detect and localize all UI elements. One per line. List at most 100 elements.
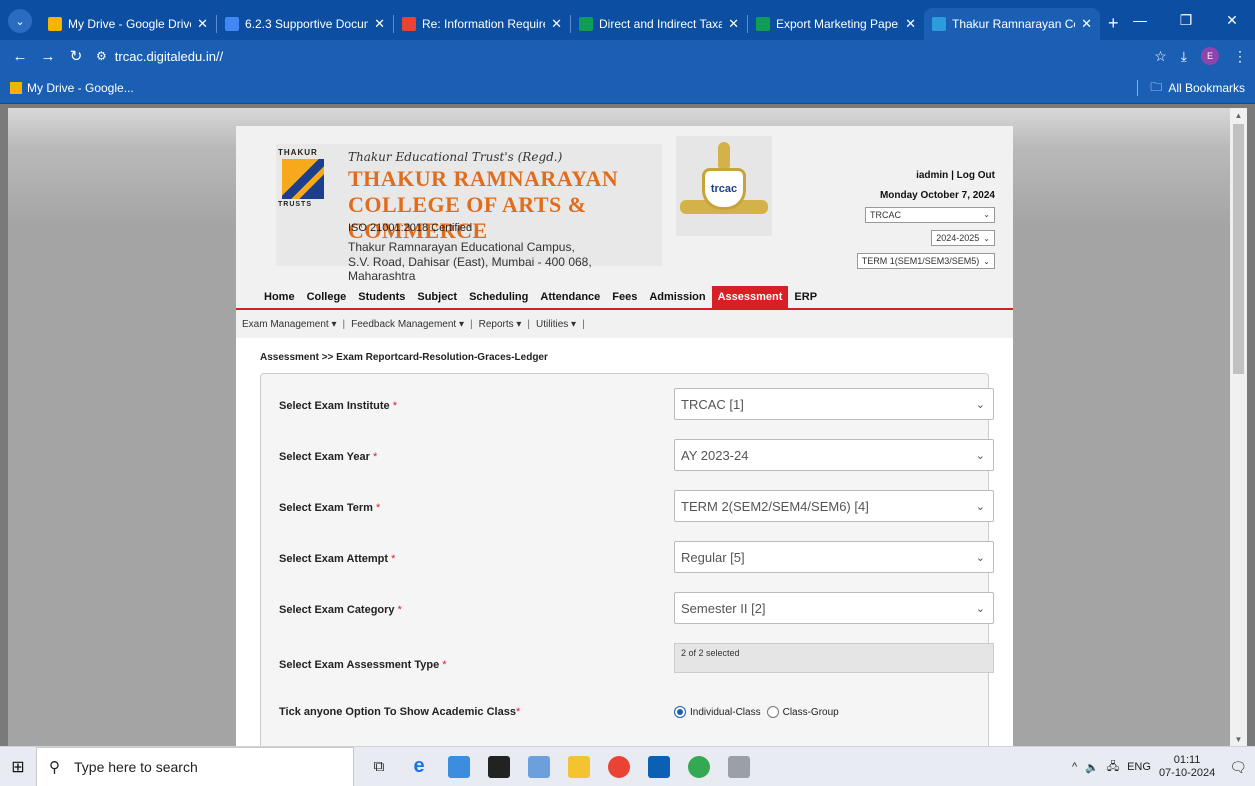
crest-torch — [718, 142, 730, 168]
nav-home[interactable]: Home — [258, 291, 301, 308]
institute-select[interactable]: TRCAC ⌄ — [865, 207, 995, 223]
chrome-icon[interactable] — [608, 755, 630, 778]
mail-icon[interactable] — [648, 755, 670, 778]
subnav-utilities[interactable]: Utilities ▾ — [536, 319, 576, 330]
reload-icon[interactable]: ↻ — [62, 47, 90, 65]
bookmark-my-drive[interactable]: My Drive - Google... — [10, 81, 134, 95]
windows-start-icon[interactable]: ⊞ — [0, 757, 36, 777]
logout-link[interactable]: Log Out — [957, 170, 995, 181]
tab-gmail[interactable]: Re: Information Require ✕ — [394, 8, 570, 40]
exam-category-select[interactable]: Semester II [2] ⌄ — [674, 592, 994, 624]
close-icon[interactable]: ✕ — [905, 16, 916, 32]
tab-supportive-document[interactable]: 6.2.3 Supportive Docum ✕ — [217, 8, 393, 40]
select-value: TERM 2(SEM2/SEM4/SEM6) [4] — [681, 499, 869, 514]
nav-assessment[interactable]: Assessment — [711, 286, 789, 308]
chevron-down-icon: ⌄ — [975, 399, 985, 411]
radio-individual-class[interactable] — [674, 706, 686, 718]
folder-icon: 🗀 — [1150, 79, 1163, 94]
taskbar-search-box[interactable]: ⚲ Type here to search — [36, 746, 354, 786]
tab-search-icon[interactable]: ⌄ — [8, 9, 32, 33]
chrome-profile-icon[interactable] — [688, 755, 710, 778]
close-icon[interactable]: ✕ — [374, 16, 385, 32]
radio-class-group[interactable] — [766, 706, 779, 718]
category-label: Select Exam Category * — [279, 604, 402, 616]
academic-year-select[interactable]: 2024-2025 ⌄ — [931, 230, 995, 246]
restore-icon[interactable]: ❐ — [1163, 0, 1209, 40]
exam-term-select[interactable]: TERM 2(SEM2/SEM4/SEM6) [4] ⌄ — [674, 490, 994, 522]
required-marker: * — [391, 553, 396, 565]
app-icon[interactable] — [528, 755, 550, 778]
form-row-institute: Select Exam Institute * TRCAC [1] ⌄ — [267, 388, 994, 439]
subnav-reports[interactable]: Reports ▾ — [479, 319, 522, 330]
close-icon[interactable]: ✕ — [728, 16, 739, 32]
radio-individual-label: Individual-Class — [690, 706, 761, 718]
network-icon[interactable]: 🖧 — [1107, 758, 1119, 777]
language-indicator[interactable]: ENG — [1127, 761, 1151, 773]
exam-year-select[interactable]: AY 2023-24 ⌄ — [674, 439, 994, 471]
close-icon[interactable]: ✕ — [551, 16, 562, 32]
scroll-down-icon[interactable]: ▼ — [1230, 732, 1247, 746]
scrollbar-thumb[interactable] — [1233, 124, 1244, 374]
page-scrollbar[interactable]: ▲ ▼ — [1230, 108, 1247, 746]
user-line: iadmin | Log Out — [857, 170, 995, 181]
gmail-icon — [402, 17, 416, 31]
trust-logo-bottom-text: TRUSTS — [278, 201, 312, 208]
term-select[interactable]: TERM 1(SEM1/SEM3/SEM5) ⌄ — [856, 253, 995, 269]
site-info-icon[interactable]: ⚙ — [96, 49, 107, 63]
chevron-down-icon: ⌄ — [975, 450, 985, 462]
taskbar-search-placeholder: Type here to search — [74, 758, 198, 775]
window-close-icon[interactable]: ✕ — [1209, 0, 1255, 40]
nav-scheduling[interactable]: Scheduling — [463, 291, 534, 308]
scroll-up-icon[interactable]: ▲ — [1230, 108, 1247, 122]
app-icon[interactable] — [728, 755, 750, 778]
header-session-panel: iadmin | Log Out Monday October 7, 2024 … — [856, 170, 995, 276]
close-icon[interactable]: ✕ — [197, 16, 208, 32]
forward-icon[interactable]: → — [34, 48, 62, 65]
nav-fees[interactable]: Fees — [606, 291, 643, 308]
back-icon[interactable]: ← — [6, 48, 34, 65]
main-content: Assessment >> Exam Reportcard-Resolution… — [236, 338, 1013, 746]
subnav-feedback-management[interactable]: Feedback Management ▾ — [351, 319, 464, 330]
all-bookmarks[interactable]: 🗀 All Bookmarks — [1137, 72, 1245, 104]
volume-icon[interactable]: 🔈 — [1085, 761, 1099, 774]
nav-admission[interactable]: Admission — [643, 291, 711, 308]
menu-kebab-icon[interactable]: ⋮ — [1233, 48, 1247, 65]
tab-my-drive[interactable]: My Drive - Google Drive ✕ — [40, 8, 216, 40]
address-bar-actions: ☆ ⤓ E ⋮ — [1154, 40, 1247, 72]
notification-icon[interactable]: 🗨 — [1229, 759, 1247, 776]
nav-students[interactable]: Students — [352, 291, 411, 308]
task-view-icon[interactable]: ⧉ — [368, 756, 390, 778]
download-icon[interactable]: ⤓ — [1181, 48, 1187, 65]
chevron-down-icon: ⌄ — [975, 603, 985, 615]
system-tray: ^ 🔈 🖧 ENG 01:11 07-10-2024 🗨 — [1072, 747, 1247, 786]
bookmark-divider — [1137, 80, 1139, 96]
tab-direct-indirect-taxation[interactable]: Direct and Indirect Taxat ✕ — [571, 8, 747, 40]
nav-attendance[interactable]: Attendance — [534, 291, 606, 308]
bookmark-star-icon[interactable]: ☆ — [1154, 48, 1167, 65]
chevron-down-icon: ⌄ — [983, 234, 990, 243]
trust-logo-mark — [282, 159, 324, 199]
exam-attempt-select[interactable]: Regular [5] ⌄ — [674, 541, 994, 573]
tab-thakur-ramnarayan[interactable]: Thakur Ramnarayan Col ✕ — [924, 8, 1100, 40]
main-navigation: Home College Students Subject Scheduling… — [236, 284, 1013, 310]
subnav-separator: | — [527, 318, 531, 330]
close-icon[interactable]: ✕ — [1081, 16, 1092, 32]
nav-subject[interactable]: Subject — [411, 291, 463, 308]
app-icon[interactable] — [448, 755, 470, 778]
taskbar-clock[interactable]: 01:11 07-10-2024 — [1159, 754, 1215, 780]
required-marker: * — [392, 400, 397, 412]
edge-icon[interactable]: e — [408, 755, 430, 778]
nav-erp[interactable]: ERP — [788, 291, 823, 308]
subnav-separator: | — [582, 318, 585, 330]
exam-institute-select[interactable]: TRCAC [1] ⌄ — [674, 388, 994, 420]
profile-avatar[interactable]: E — [1201, 47, 1219, 65]
tab-export-marketing[interactable]: Export Marketing Paper ✕ — [748, 8, 924, 40]
store-icon[interactable] — [488, 755, 510, 778]
subnav-exam-management[interactable]: Exam Management ▾ — [242, 319, 337, 330]
chevron-up-icon[interactable]: ^ — [1072, 761, 1077, 773]
url-field[interactable]: ⚙ trcac.digitaledu.in// — [96, 49, 223, 64]
file-explorer-icon[interactable] — [568, 755, 590, 778]
assessment-type-multiselect[interactable]: 2 of 2 selected — [674, 643, 994, 673]
minimize-icon[interactable]: — — [1117, 0, 1163, 40]
nav-college[interactable]: College — [301, 291, 353, 308]
